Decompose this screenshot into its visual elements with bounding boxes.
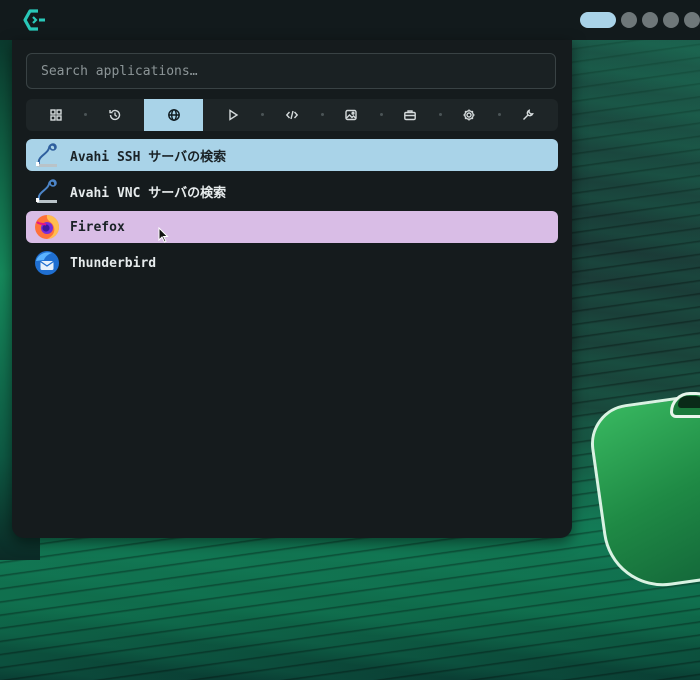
wallpaper-frog-pupil — [678, 396, 700, 408]
code-icon — [285, 110, 299, 120]
grid-icon — [49, 109, 62, 121]
tab-office[interactable] — [379, 99, 440, 131]
avahi-icon — [36, 143, 57, 167]
tab-all[interactable] — [26, 99, 85, 131]
workspace-indicator — [580, 11, 700, 29]
tab-settings[interactable] — [438, 99, 499, 131]
tab-recent[interactable] — [84, 99, 144, 131]
app-label: Thunderbird — [70, 255, 157, 271]
list-item-thunderbird[interactable]: Thunderbird — [26, 247, 558, 279]
app-list: Avahi SSH サーバの検索 Avahi VNC サーバの検索 Firefo… — [26, 139, 558, 283]
top-bar — [0, 0, 700, 40]
mouse-cursor-icon — [158, 227, 169, 243]
list-item-avahi-vnc[interactable]: Avahi VNC サーバの検索 — [26, 175, 558, 207]
tab-media[interactable] — [203, 99, 262, 131]
workspace-3[interactable] — [642, 12, 658, 28]
workspace-5[interactable] — [684, 12, 700, 28]
workspace-2[interactable] — [621, 12, 637, 28]
tab-internet[interactable] — [144, 99, 204, 131]
workspace-1[interactable] — [580, 12, 616, 28]
wallpaper-glow-right — [570, 20, 700, 340]
avahi-icon — [36, 179, 57, 203]
tab-system[interactable] — [497, 99, 558, 131]
play-icon — [229, 109, 239, 121]
history-icon — [108, 109, 120, 121]
briefcase-icon — [404, 110, 417, 121]
category-tabs — [26, 99, 558, 131]
app-label: Firefox — [70, 219, 125, 235]
app-label: Avahi SSH サーバの検索 — [70, 149, 227, 165]
distro-logo-icon[interactable] — [22, 8, 48, 32]
firefox-icon — [35, 215, 59, 239]
workspace-4[interactable] — [663, 12, 679, 28]
list-item-firefox[interactable]: Firefox — [26, 211, 558, 243]
app-launcher: Avahi SSH サーバの検索 Avahi VNC サーバの検索 Firefo… — [12, 40, 572, 538]
settings-icon — [463, 109, 475, 121]
app-label: Avahi VNC サーバの検索 — [70, 185, 227, 201]
thunderbird-icon — [35, 251, 59, 275]
search-input[interactable] — [26, 53, 556, 89]
list-item-avahi-ssh[interactable]: Avahi SSH サーバの検索 — [26, 139, 558, 171]
tab-development[interactable] — [261, 99, 321, 131]
wrench-icon — [523, 109, 535, 120]
tab-graphics[interactable] — [320, 99, 381, 131]
globe-icon — [167, 109, 180, 121]
image-icon — [345, 109, 357, 121]
